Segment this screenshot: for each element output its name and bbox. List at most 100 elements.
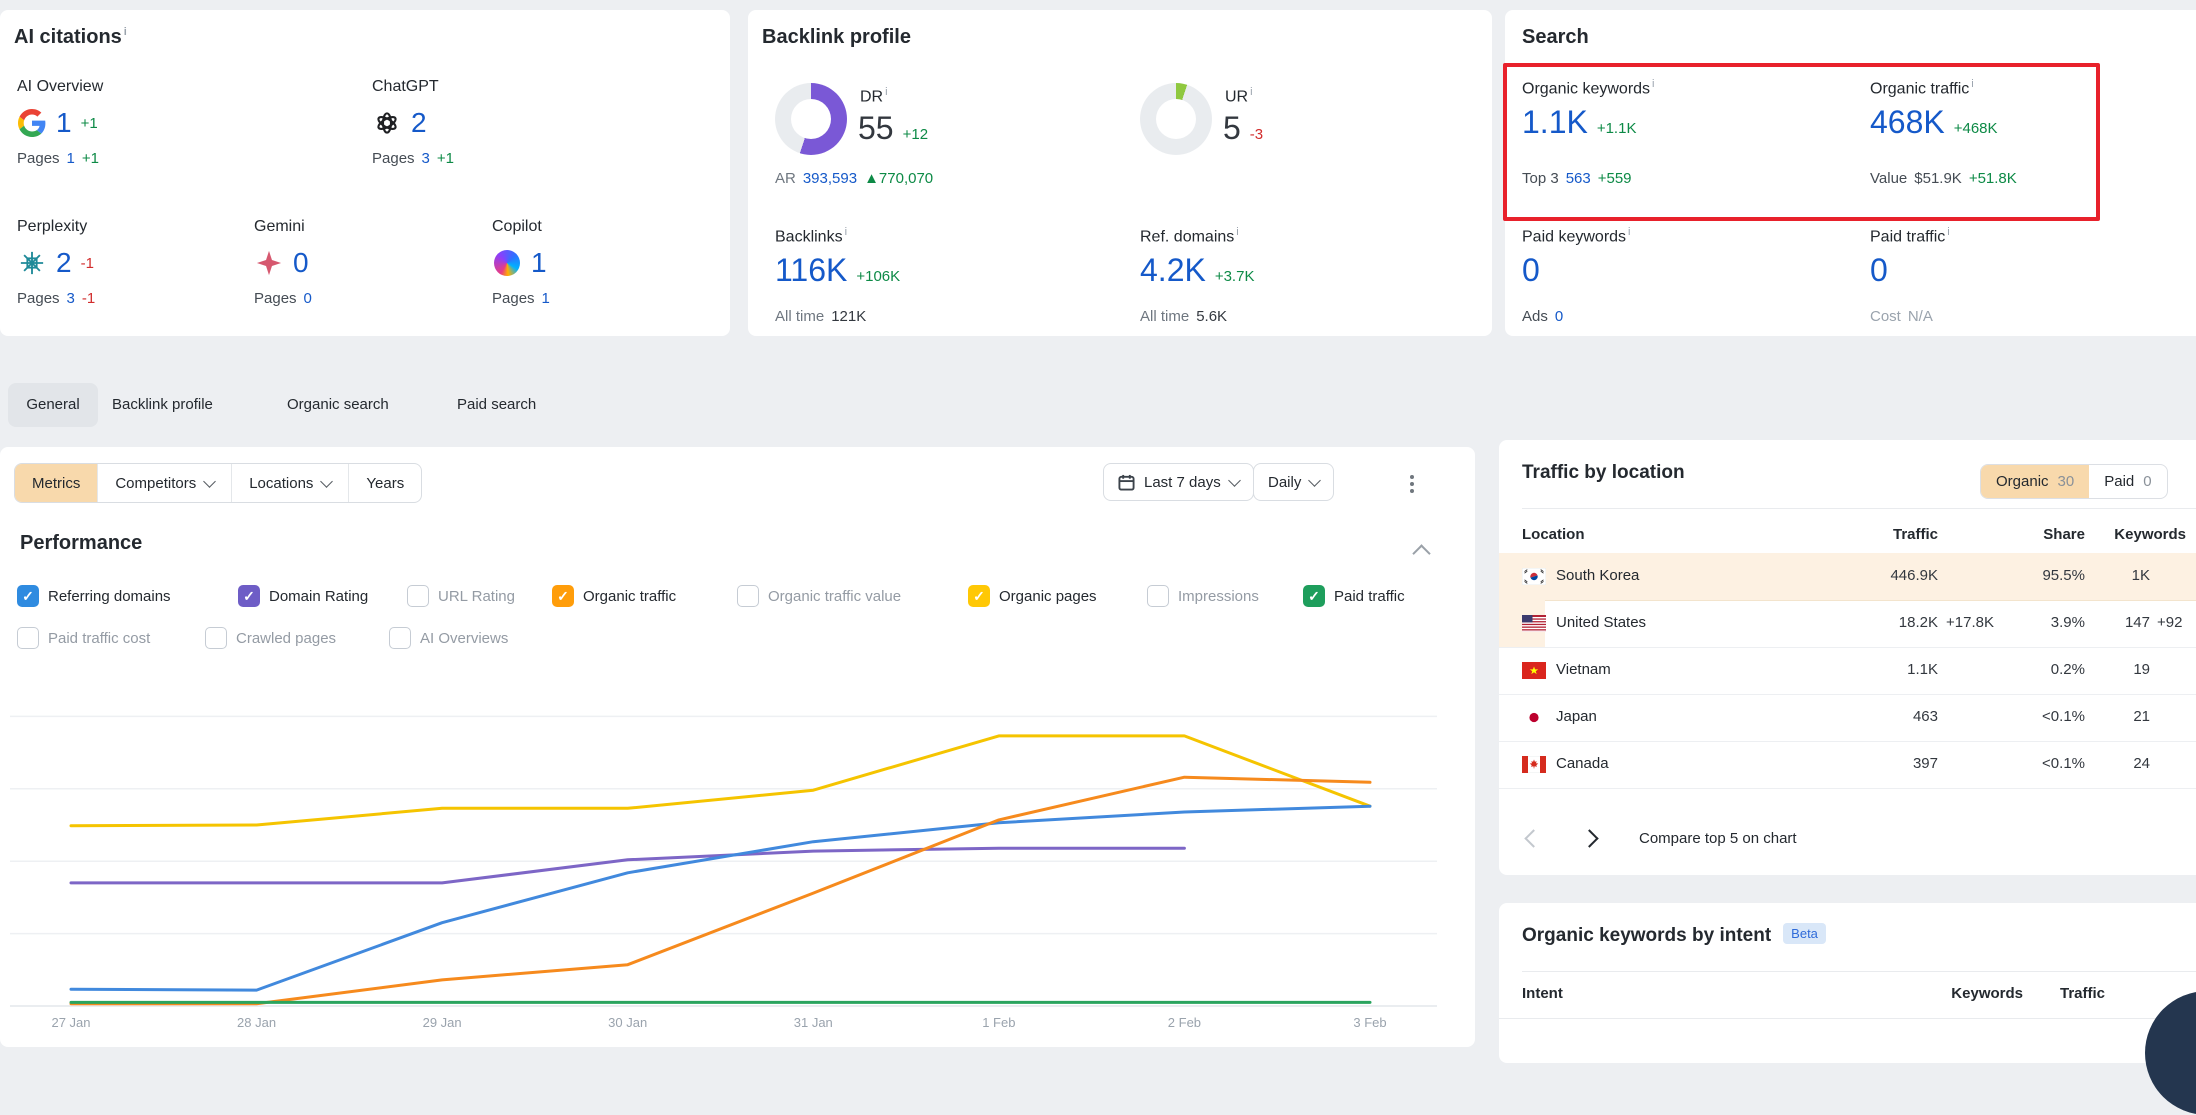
keywords-by-intent-card: Organic keywords by intentBeta Intent Ke…	[1499, 903, 2196, 1063]
google-icon	[17, 108, 47, 138]
calendar-icon	[1118, 474, 1135, 491]
metric-checkbox-ai-overviews[interactable]: ✓ AI Overviews	[389, 627, 508, 649]
ai-overview-count[interactable]: 1	[56, 109, 72, 137]
keywords-link[interactable]: 19	[2133, 661, 2150, 678]
compare-top5-link[interactable]: Compare top 5 on chart	[1639, 830, 1797, 847]
copilot-count[interactable]: 1	[531, 249, 547, 277]
info-icon[interactable]: i	[1250, 86, 1252, 98]
location-row-vietnam[interactable]: Vietnam 1.1K 0.2% 19	[1499, 647, 2196, 695]
toggle-paid[interactable]: Paid 0	[2089, 465, 2166, 498]
performance-chart-svg: 27 Jan28 Jan29 Jan30 Jan31 Jan1 Feb2 Feb…	[0, 655, 1475, 1035]
column-header-share: Share	[2043, 526, 2085, 543]
page-previous-icon[interactable]	[1524, 829, 1542, 847]
checkbox: ✓	[407, 585, 429, 607]
metric-checkbox-paid-traffic-cost[interactable]: ✓ Paid traffic cost	[17, 627, 150, 649]
checkbox: ✓	[389, 627, 411, 649]
beta-badge: Beta	[1783, 923, 1826, 944]
chevron-down-icon	[1308, 474, 1321, 487]
metric-checkbox-organic-traffic-value[interactable]: ✓ Organic traffic value	[737, 585, 901, 607]
metric-checkbox-organic-traffic[interactable]: ✓ Organic traffic	[552, 585, 676, 607]
keywords-link[interactable]: 21	[2133, 708, 2150, 725]
tab-general[interactable]: General	[8, 383, 98, 427]
x-tick-label: 28 Jan	[237, 1015, 276, 1030]
gemini-pages[interactable]: 0	[304, 290, 312, 307]
chatgpt-pages[interactable]: 3	[422, 150, 430, 167]
chatgpt-count[interactable]: 2	[411, 109, 427, 137]
keywords-link[interactable]: 24	[2133, 755, 2150, 772]
paid-keywords-value[interactable]: 0	[1522, 254, 1540, 286]
perplexity-pages[interactable]: 3	[67, 290, 75, 307]
metrics-button[interactable]: Metrics	[15, 464, 97, 502]
metric-checkbox-organic-pages[interactable]: ✓ Organic pages	[968, 585, 1097, 607]
perplexity-count[interactable]: 2	[56, 249, 72, 277]
tab-paid-search[interactable]: Paid search	[457, 383, 536, 427]
ai-citations-title: AI citationsi	[14, 26, 127, 49]
checkbox: ✓	[1147, 585, 1169, 607]
gemini-count[interactable]: 0	[293, 249, 309, 277]
years-button[interactable]: Years	[348, 464, 421, 502]
paid-keywords-label: Paid keywordsi	[1522, 226, 1631, 246]
x-tick-label: 27 Jan	[51, 1015, 90, 1030]
series-referring-domains	[71, 806, 1370, 990]
metric-checkbox-url-rating[interactable]: ✓ URL Rating	[407, 585, 515, 607]
page-next-icon[interactable]	[1580, 829, 1598, 847]
column-header-intent: Intent	[1522, 985, 1563, 1002]
checkbox: ✓	[1303, 585, 1325, 607]
info-icon[interactable]: i	[1628, 226, 1630, 238]
keywords-link[interactable]: 147	[2125, 614, 2150, 631]
checkbox: ✓	[968, 585, 990, 607]
toggle-organic[interactable]: Organic 30	[1981, 465, 2089, 498]
keywords-by-intent-title: Organic keywords by intentBeta	[1522, 923, 1826, 947]
info-icon[interactable]: i	[885, 86, 887, 98]
backlinks-value[interactable]: 116K	[775, 254, 847, 286]
location-row-canada[interactable]: Canada 397 <0.1% 24	[1499, 741, 2196, 789]
ur-donut	[1140, 83, 1212, 155]
x-tick-label: 3 Feb	[1353, 1015, 1386, 1030]
locations-button[interactable]: Locations	[231, 464, 348, 502]
ref-domains-value[interactable]: 4.2K	[1140, 254, 1206, 286]
info-icon[interactable]: i	[845, 226, 847, 238]
chevron-down-icon	[203, 475, 216, 488]
location-row-south-korea[interactable]: South Korea 446.9K 95.5% 1K	[1499, 553, 2196, 601]
chevron-down-icon	[321, 475, 334, 488]
metric-checkbox-domain-rating[interactable]: ✓ Domain Rating	[238, 585, 368, 607]
backlink-profile-card: Backlink profile DRi 55 +12 AR 393,593 ▲…	[748, 10, 1492, 336]
ads-value[interactable]: 0	[1555, 308, 1563, 325]
keywords-link[interactable]: 1K	[2132, 567, 2150, 584]
column-header-traffic: Traffic	[2060, 985, 2105, 1002]
openai-icon	[372, 108, 402, 138]
checkbox: ✓	[737, 585, 759, 607]
tab-organic-search[interactable]: Organic search	[287, 383, 389, 427]
ai-citation-chatgpt: ChatGPT 2 Pages3+1	[372, 78, 454, 167]
ur-label: URi	[1225, 86, 1253, 106]
competitors-button[interactable]: Competitors	[97, 464, 231, 502]
granularity-button[interactable]: Daily	[1253, 463, 1334, 501]
metric-checkbox-impressions[interactable]: ✓ Impressions	[1147, 585, 1259, 607]
date-range-button[interactable]: Last 7 days	[1103, 463, 1254, 501]
flag-japan-icon	[1522, 709, 1546, 726]
ai-overview-pages[interactable]: 1	[67, 150, 75, 167]
info-icon[interactable]: i	[124, 26, 127, 38]
more-options-button[interactable]	[1404, 469, 1420, 499]
metric-checkbox-paid-traffic[interactable]: ✓ Paid traffic	[1303, 585, 1405, 607]
organic-paid-toggle: Organic 30 Paid 0	[1980, 464, 2168, 499]
ar-row: AR 393,593 ▲770,070	[775, 170, 933, 187]
x-tick-label: 29 Jan	[423, 1015, 462, 1030]
performance-title: Performance	[20, 532, 142, 555]
chevron-down-icon	[1228, 474, 1241, 487]
ai-citations-card: AI citationsi AI Overview 1 +1 Pages1+1 …	[0, 10, 730, 336]
ar-value[interactable]: 393,593	[803, 170, 857, 187]
checkbox: ✓	[205, 627, 227, 649]
tab-backlink-profile[interactable]: Backlink profile	[112, 383, 213, 427]
copilot-pages[interactable]: 1	[542, 290, 550, 307]
paid-traffic-value[interactable]: 0	[1870, 254, 1888, 286]
location-row-united-states[interactable]: United States 18.2K +17.8K 3.9% 147 +92	[1499, 600, 2196, 648]
location-row-japan[interactable]: Japan 463 <0.1% 21	[1499, 694, 2196, 742]
chart-controls: Metrics Competitors Locations Years	[14, 463, 422, 503]
info-icon[interactable]: i	[1947, 226, 1949, 238]
metric-checkbox-referring-domains[interactable]: ✓ Referring domains	[17, 585, 171, 607]
info-icon[interactable]: i	[1236, 226, 1238, 238]
checkbox: ✓	[17, 585, 39, 607]
collapse-section-icon[interactable]	[1412, 544, 1430, 562]
metric-checkbox-crawled-pages[interactable]: ✓ Crawled pages	[205, 627, 336, 649]
